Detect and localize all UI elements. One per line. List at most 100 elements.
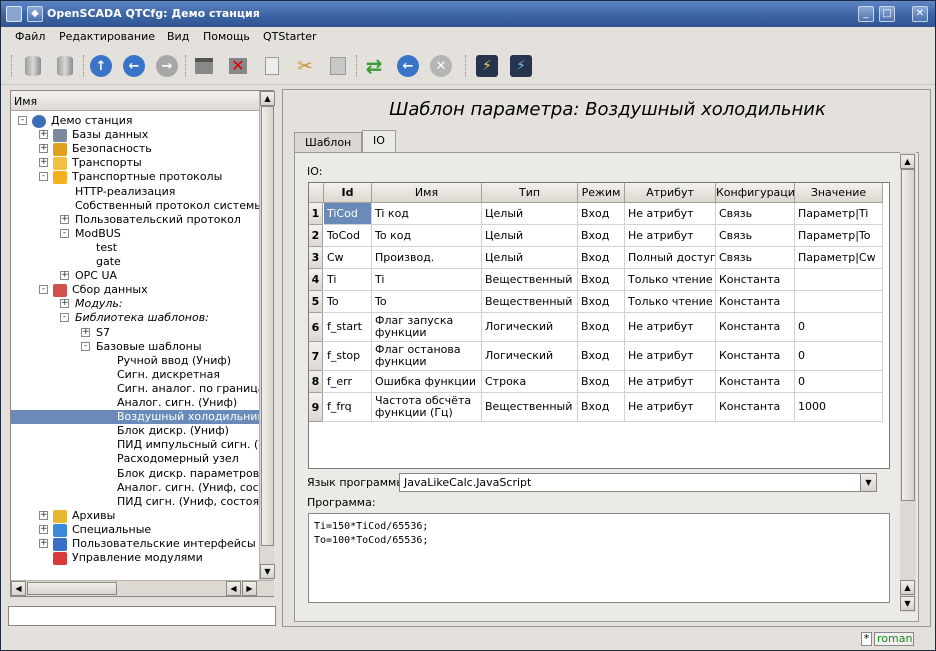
tab-template[interactable]: Шаблон [294,132,363,152]
tree-item[interactable]: Блок дискр. (Униф) [11,424,259,438]
table-cell[interactable]: f_stop [324,342,372,371]
scroll-thumb[interactable] [261,106,274,546]
table-cell[interactable]: Вход [578,247,625,269]
tree-item[interactable]: + Модуль: [11,297,259,311]
table-cell[interactable]: Только чтение [625,291,716,313]
cut-icon[interactable]: ✂ [292,53,318,79]
expand-icon[interactable]: + [39,524,48,534]
row-header[interactable]: 7 [309,342,323,371]
table-cell[interactable]: Ti код [372,203,482,225]
table-cell[interactable]: Вход [578,291,625,313]
content-scroll-down-icon[interactable]: ▲ [900,580,915,595]
menu-view[interactable]: Вид [167,30,189,43]
table-cell[interactable]: Вещественный [482,393,578,422]
table-cell[interactable]: Константа [716,342,795,371]
table-cell[interactable]: Константа [716,313,795,342]
table-cell[interactable]: Не атрибут [625,371,716,393]
table-cell[interactable]: Параметр|Ti [795,203,883,225]
menu-qtstarter[interactable]: QTStarter [263,30,317,43]
table-cell[interactable]: Целый [482,203,578,225]
expand-icon[interactable]: + [60,299,69,309]
table-cell[interactable]: Целый [482,225,578,247]
maximize-icon[interactable]: □ [879,6,895,22]
table-cell[interactable]: ToCod [324,225,372,247]
scroll-left-end-icon[interactable]: ◀ [226,581,241,596]
tree-item[interactable]: Управление модулями [11,551,259,566]
table-cell[interactable]: To [324,291,372,313]
close-icon[interactable]: ✕ [912,6,928,22]
io-table[interactable]: Id Имя Тип Режим Атрибут Конфигурация Значение… [308,182,890,469]
tree-item[interactable]: ПИД сигн. (Униф, состояние) [11,495,259,509]
table-cell[interactable]: Константа [716,371,795,393]
table-cell[interactable]: To код [372,225,482,247]
table-cell[interactable]: Строка [482,371,578,393]
tree-item[interactable]: gate [11,255,259,269]
table-cell[interactable]: Константа [716,269,795,291]
panel-splitter[interactable] [277,90,281,626]
column-header[interactable]: Конфигурация [716,183,795,203]
table-cell[interactable]: Вход [578,225,625,247]
tree-item[interactable]: + OPC UA [11,269,259,283]
tree-item[interactable]: Блок дискр. параметров [11,467,259,481]
table-cell[interactable]: Связь [716,203,795,225]
back-icon[interactable]: ← [121,53,147,79]
table-cell[interactable]: Логический [482,342,578,371]
table-cell[interactable]: Флаг запуска функции [372,313,482,342]
forward-icon[interactable]: → [154,53,180,79]
tree-item[interactable]: Аналог. сигн. (Униф) [11,396,259,410]
row-header[interactable]: 4 [309,269,323,291]
tree-item[interactable]: + Специальные [11,523,259,537]
delete-item-icon[interactable]: ✕ [225,53,251,79]
table-cell[interactable]: Не атрибут [625,203,716,225]
table-cell[interactable]: Связь [716,247,795,269]
scroll-up-icon[interactable]: ▲ [260,91,275,106]
table-cell[interactable]: Вход [578,313,625,342]
expand-icon[interactable]: + [39,510,48,520]
title-bar[interactable]: ◆ OpenSCADA QTCfg: Демо станция _ □ ✕ [1,1,935,27]
table-cell[interactable]: 0 [795,313,883,342]
connect-icon[interactable]: ⚡ [474,53,500,79]
column-header[interactable]: Атрибут [625,183,716,203]
minimize-icon[interactable]: _ [858,6,874,22]
table-cell[interactable]: 0 [795,371,883,393]
up-icon[interactable]: ↑ [88,53,114,79]
column-header[interactable]: Режим [578,183,625,203]
collapse-icon[interactable]: - [60,228,69,238]
menu-edit[interactable]: Редактирование [59,30,155,43]
tree-item[interactable]: Собственный протокол системы OpenSCADA [11,199,259,213]
row-header[interactable]: 1 [309,203,323,225]
collapse-icon[interactable]: - [60,313,69,323]
tree-item[interactable]: - ModBUS [11,227,259,241]
tree-header[interactable]: Имя [11,91,259,111]
row-header[interactable]: 9 [309,393,323,422]
row-header[interactable]: 2 [309,225,323,247]
tree-info-field[interactable] [8,606,276,626]
menu-file[interactable]: Файл [15,30,45,43]
tree-item[interactable]: + Базы данных [11,128,259,143]
table-cell[interactable]: Частота обсчёта функции (Гц) [372,393,482,422]
table-cell[interactable]: To [372,291,482,313]
expand-icon[interactable]: + [39,539,48,548]
row-header[interactable]: 6 [309,313,323,342]
table-cell[interactable]: TiCod [324,203,372,225]
expand-icon[interactable]: + [81,327,90,337]
tree-item[interactable]: ПИД импульсный сигн. (Униф) [11,438,259,452]
add-item-icon[interactable] [191,53,217,79]
tree-item[interactable]: Воздушный холодильник [11,410,259,425]
table-cell[interactable]: Константа [716,393,795,422]
expand-icon[interactable]: + [39,130,48,140]
table-cell[interactable]: Целый [482,247,578,269]
collapse-icon[interactable]: - [39,172,48,182]
table-cell[interactable]: Только чтение [625,269,716,291]
table-cell[interactable]: Не атрибут [625,342,716,371]
stop-icon[interactable]: ✕ [428,53,454,79]
table-cell[interactable]: Параметр|To [795,225,883,247]
table-cell[interactable]: Логический [482,313,578,342]
table-cell[interactable] [795,269,883,291]
collapse-icon[interactable]: - [18,116,27,125]
tree-item[interactable]: Аналог. сигн. (Униф, состояние) [11,481,259,495]
db-load-icon[interactable] [20,53,46,79]
tree-item[interactable]: - Библиотека шаблонов: [11,311,259,325]
table-cell[interactable]: Полный доступ [625,247,716,269]
content-scroll-thumb[interactable] [901,169,915,501]
